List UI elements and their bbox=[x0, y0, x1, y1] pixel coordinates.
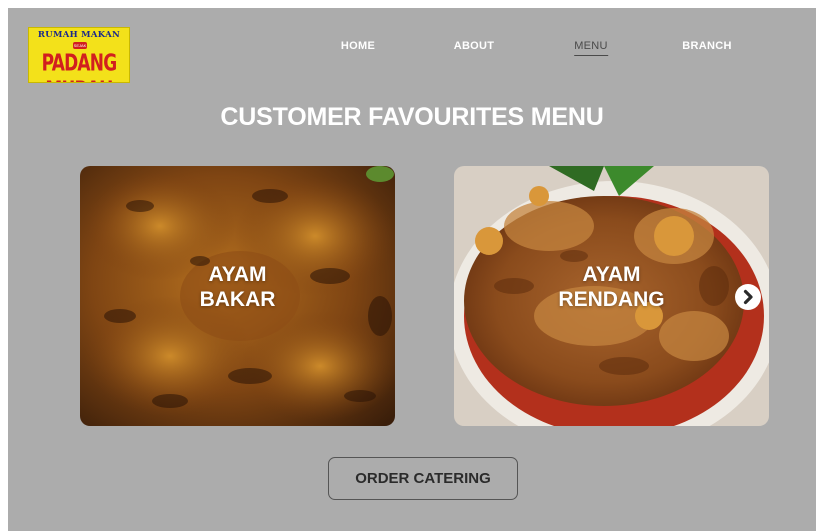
menu-card-title-line1: AYAM bbox=[582, 263, 641, 286]
menu-card-title: AYAM RENDANG bbox=[454, 262, 769, 312]
section-title: CUSTOMER FAVOURITES MENU bbox=[220, 103, 604, 131]
logo-top-text: RUMAH MAKAN bbox=[37, 30, 121, 40]
menu-card-ayam-rendang[interactable]: AYAM RENDANG bbox=[454, 166, 769, 426]
chevron-right-circle-icon[interactable] bbox=[735, 284, 761, 310]
order-catering-button[interactable]: ORDER CATERING bbox=[328, 457, 518, 500]
page-overlay: RUMAH MAKAN SEJAK PADANG MURAH HOME ABOU… bbox=[8, 8, 816, 531]
nav-branch[interactable]: BRANCH bbox=[682, 40, 731, 52]
menu-card-title-line1: AYAM bbox=[208, 263, 267, 286]
menu-card-title-line2: RENDANG bbox=[558, 288, 665, 311]
nav-home[interactable]: HOME bbox=[341, 40, 375, 52]
nav-menu[interactable]: MENU bbox=[574, 40, 608, 56]
menu-card-title: AYAM BAKAR bbox=[80, 262, 395, 312]
menu-card-ayam-bakar[interactable]: AYAM BAKAR bbox=[80, 166, 395, 426]
nav-about[interactable]: ABOUT bbox=[454, 40, 495, 52]
main-nav: HOME ABOUT MENU BRANCH bbox=[8, 40, 816, 56]
menu-card-title-line2: BAKAR bbox=[199, 288, 276, 311]
